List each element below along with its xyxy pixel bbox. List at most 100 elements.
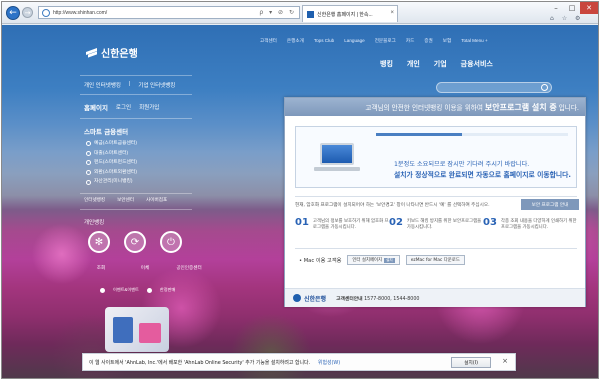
promo-product-image[interactable] bbox=[105, 307, 169, 352]
separator: | bbox=[128, 81, 131, 87]
globe-icon bbox=[42, 8, 50, 17]
footer-logo: 신한은행 bbox=[293, 294, 326, 303]
list-item[interactable]: 펀드(스마트펀드센터) bbox=[86, 158, 137, 168]
browser-tab[interactable]: 신한은행 홈페이지 | 한속... × bbox=[302, 5, 398, 22]
install-steps: 01 고객님의 정보를 보호하기 위해 암호화 프로그램을 가동시킵니다. 02… bbox=[295, 218, 577, 232]
dialog-footer: 신한은행 고객센터안내 1577-8000, 1544-8000 bbox=[285, 288, 585, 307]
mac-install-page-button[interactable]: 인터 설치페이지 설치 bbox=[347, 255, 400, 265]
mac-install-page-label: 인터 설치페이지 bbox=[352, 258, 383, 263]
top-links: 고객센터 은행소개 Tops Club Language 전문블로그 카드 증권… bbox=[260, 38, 488, 44]
install-button[interactable]: 설치(I) bbox=[451, 357, 491, 368]
menu-financial-services[interactable]: 금융서비스 bbox=[461, 59, 493, 69]
wait-message: 1분정도 소요되므로 잠시만 기다려 주시기 바랍니다. bbox=[394, 161, 530, 168]
security-center-link[interactable]: 보안센터 bbox=[117, 197, 134, 203]
dialog-header-suffix: 입니다. bbox=[558, 104, 579, 112]
cyber-branch-link[interactable]: 사이버점포 bbox=[146, 197, 167, 203]
divider bbox=[80, 75, 192, 76]
dialog-header-prefix: 고객님의 안전한 인터넷뱅킹 이용을 위하여 bbox=[365, 104, 483, 112]
banking-links: 개인 인터넷뱅킹 | 기업 인터넷뱅킹 bbox=[84, 81, 175, 89]
address-bar[interactable]: http://www.shinhan.com/ ρ ▾ ⊘ ↻ bbox=[38, 6, 300, 19]
customer-center-label: 고객센터안내 bbox=[336, 296, 363, 302]
step-text: 키보드 해킹 방지를 위한 보안프로그램을 가동시킵니다. bbox=[406, 219, 482, 231]
top-link[interactable]: 보험 bbox=[443, 38, 451, 44]
security-program-guide-button[interactable]: 보안 프로그램 안내 bbox=[521, 199, 579, 210]
bullet-icon bbox=[86, 179, 91, 185]
top-link[interactable]: Language bbox=[344, 38, 364, 44]
mac-users-label: • Mac 이용 고객용 bbox=[299, 257, 342, 264]
url-text: http://www.shinhan.com/ bbox=[53, 9, 108, 16]
search-icon[interactable] bbox=[541, 84, 548, 91]
promo-link[interactable]: 한정판매 bbox=[160, 287, 175, 293]
top-link[interactable]: 전문블로그 bbox=[375, 38, 396, 44]
bullet-icon bbox=[86, 141, 91, 147]
close-window-button[interactable]: ✕ bbox=[580, 2, 598, 14]
progress-fill bbox=[376, 133, 463, 136]
promo-links: 이벤트&이벤트 한정판매 bbox=[100, 287, 175, 293]
menu-corporate[interactable]: 기업 bbox=[434, 59, 447, 69]
list-item[interactable]: 자산관리(미니뱅킹) bbox=[86, 177, 137, 187]
menu-banking[interactable]: 뱅킹 bbox=[380, 59, 393, 69]
step-item: 01 고객님의 정보를 보호하기 위해 암호화 프로그램을 가동시킵니다. bbox=[295, 218, 389, 232]
join-link[interactable]: 회원가입 bbox=[139, 103, 159, 111]
minimize-button[interactable]: – bbox=[548, 2, 564, 14]
search-input[interactable] bbox=[436, 82, 552, 93]
toolbar-icons[interactable]: ⌂ ☆ ⚙ bbox=[550, 15, 583, 22]
top-link[interactable]: 은행소개 bbox=[287, 38, 304, 44]
site-logo[interactable]: 신한은행 bbox=[86, 45, 138, 60]
total-menu-link[interactable]: Total Menu + bbox=[461, 38, 487, 44]
step-number: 01 bbox=[295, 217, 309, 228]
quick-buttons: ✻ ⟳ ⏻ bbox=[88, 231, 182, 253]
browser-toolbar: ← → http://www.shinhan.com/ ρ ▾ ⊘ ↻ 신한은행… bbox=[2, 2, 598, 24]
step-item: 02 키보드 해킹 방지를 위한 보안프로그램을 가동시킵니다. bbox=[389, 218, 483, 232]
back-button[interactable]: ← bbox=[6, 6, 20, 20]
browser-window: ← → http://www.shinhan.com/ ρ ▾ ⊘ ↻ 신한은행… bbox=[1, 1, 599, 379]
ezmac-download-button[interactable]: ezMac for Mac 다운로드 bbox=[405, 255, 465, 265]
quick-button-labels: 조회 이체 공인인증센터 bbox=[84, 265, 206, 271]
list-item[interactable]: 대출(스마트센터) bbox=[86, 149, 137, 159]
inquiry-button[interactable]: ✻ bbox=[88, 231, 110, 253]
top-link[interactable]: 고객센터 bbox=[260, 38, 277, 44]
divider bbox=[295, 196, 577, 197]
list-item[interactable]: 외환(스마트외환센터) bbox=[86, 168, 137, 178]
tab-title: 신한은행 홈페이지 | 한속... bbox=[317, 11, 373, 18]
certificate-button[interactable]: ⏻ bbox=[160, 231, 182, 253]
step-text: 각종 조회 내용을 다양하게 인쇄하기 위한 프로그램을 가동시킵니다. bbox=[500, 219, 577, 231]
dialog-header: 고객님의 안전한 인터넷뱅킹 이용을 위하여 보안프로그램 설치 중 입니다. bbox=[285, 98, 585, 116]
tab-close-icon[interactable]: × bbox=[390, 10, 394, 16]
divider bbox=[80, 209, 192, 210]
internet-banking-link[interactable]: 인터넷뱅킹 bbox=[84, 197, 105, 203]
menu-personal[interactable]: 개인 bbox=[407, 59, 420, 69]
mac-users-row: • Mac 이용 고객용 인터 설치페이지 설치 ezMac for Mac 다… bbox=[299, 255, 465, 265]
install-status-panel: 1분정도 소요되므로 잠시만 기다려 주시기 바랍니다. 설치가 정상적으로 완… bbox=[295, 126, 577, 188]
login-link[interactable]: 로그인 bbox=[116, 103, 131, 111]
list-item[interactable]: 예금(스마트금융센터) bbox=[86, 139, 137, 149]
step-item: 03 각종 조회 내용을 다양하게 인쇄하기 위한 프로그램을 가동시킵니다. bbox=[483, 218, 577, 232]
divider bbox=[295, 248, 577, 249]
main-menu: 뱅킹 개인 기업 금융서비스 bbox=[380, 59, 493, 69]
security-install-dialog: 고객님의 안전한 인터넷뱅킹 이용을 위하여 보안프로그램 설치 중 입니다. … bbox=[284, 97, 586, 307]
top-link[interactable]: 증권 bbox=[424, 38, 432, 44]
personal-internet-banking-link[interactable]: 개인 인터넷뱅킹 bbox=[84, 81, 121, 89]
list-item-label: 예금(스마트금융센터) bbox=[94, 141, 137, 146]
homepage-title: 홈페이지 bbox=[84, 105, 108, 112]
logo-text: 신한은행 bbox=[101, 49, 138, 60]
forward-button[interactable]: → bbox=[22, 7, 33, 18]
divider bbox=[80, 118, 192, 119]
divider bbox=[80, 193, 192, 194]
top-link[interactable]: Tops Club bbox=[314, 38, 334, 44]
address-bar-icons[interactable]: ρ ▾ ⊘ ↻ bbox=[259, 9, 296, 16]
risk-link[interactable]: 위험성(W) bbox=[318, 359, 340, 366]
maximize-button[interactable]: □ bbox=[564, 2, 580, 14]
transfer-label: 이체 bbox=[140, 265, 150, 270]
transfer-button[interactable]: ⟳ bbox=[124, 231, 146, 253]
smart-finance-title: 스마트 금융센터 bbox=[84, 128, 129, 136]
inquiry-label: 조회 bbox=[96, 265, 106, 270]
service-links: 인터넷뱅킹 보안센터 사이버점포 bbox=[84, 197, 167, 203]
gear-icon: ✻ bbox=[94, 236, 104, 248]
corporate-internet-banking-link[interactable]: 기업 인터넷뱅킹 bbox=[138, 81, 175, 89]
dialog-header-bold: 보안프로그램 설치 중 bbox=[484, 102, 557, 112]
bullet-icon bbox=[100, 287, 105, 293]
top-link[interactable]: 카드 bbox=[406, 38, 414, 44]
promo-link[interactable]: 이벤트&이벤트 bbox=[113, 287, 139, 293]
close-icon[interactable]: × bbox=[502, 357, 508, 365]
